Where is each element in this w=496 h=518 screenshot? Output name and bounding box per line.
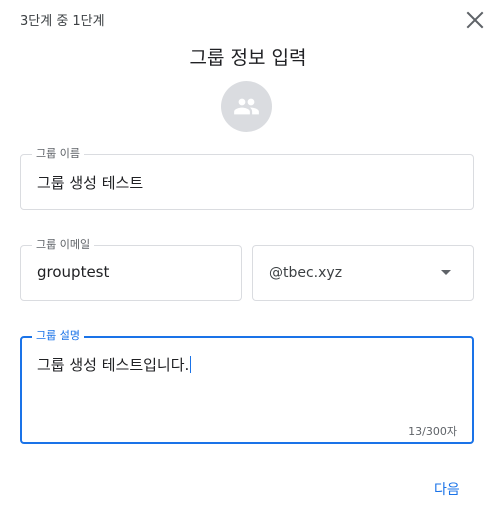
dropdown-arrow-icon[interactable] [441,270,451,275]
domain-selected-value: @tbec.xyz [269,265,343,281]
step-indicator: 3단계 중 1단계 [20,14,105,29]
group-email-field[interactable]: 그룹 이메일 grouptest [20,238,242,301]
group-icon [234,98,259,115]
create-group-dialog: 3단계 중 1단계 그룹 정보 입력 그룹 이름 그룹 생성 테스트 그룹 이메… [0,0,496,518]
group-description-textarea[interactable]: 그룹 생성 테스트입니다. [37,354,192,375]
domain-select[interactable]: @tbec.xyz [252,245,474,301]
text-cursor [190,356,192,373]
next-button[interactable]: 다음 [428,477,466,501]
character-counter: 13/300자 [408,425,457,438]
group-avatar [221,81,272,132]
group-name-label: 그룹 이름 [32,147,84,161]
group-description-field[interactable]: 그룹 설명 그룹 생성 테스트입니다. 13/300자 [20,329,474,444]
group-email-input[interactable]: grouptest [37,263,109,281]
group-description-label: 그룹 설명 [32,329,84,343]
close-icon[interactable] [462,7,488,33]
group-name-field[interactable]: 그룹 이름 그룹 생성 테스트 [20,147,474,210]
group-email-label: 그룹 이메일 [32,238,95,252]
dialog-title: 그룹 정보 입력 [189,47,307,69]
group-description-text: 그룹 생성 테스트입니다. [37,356,190,374]
group-name-input[interactable]: 그룹 생성 테스트 [37,172,143,193]
